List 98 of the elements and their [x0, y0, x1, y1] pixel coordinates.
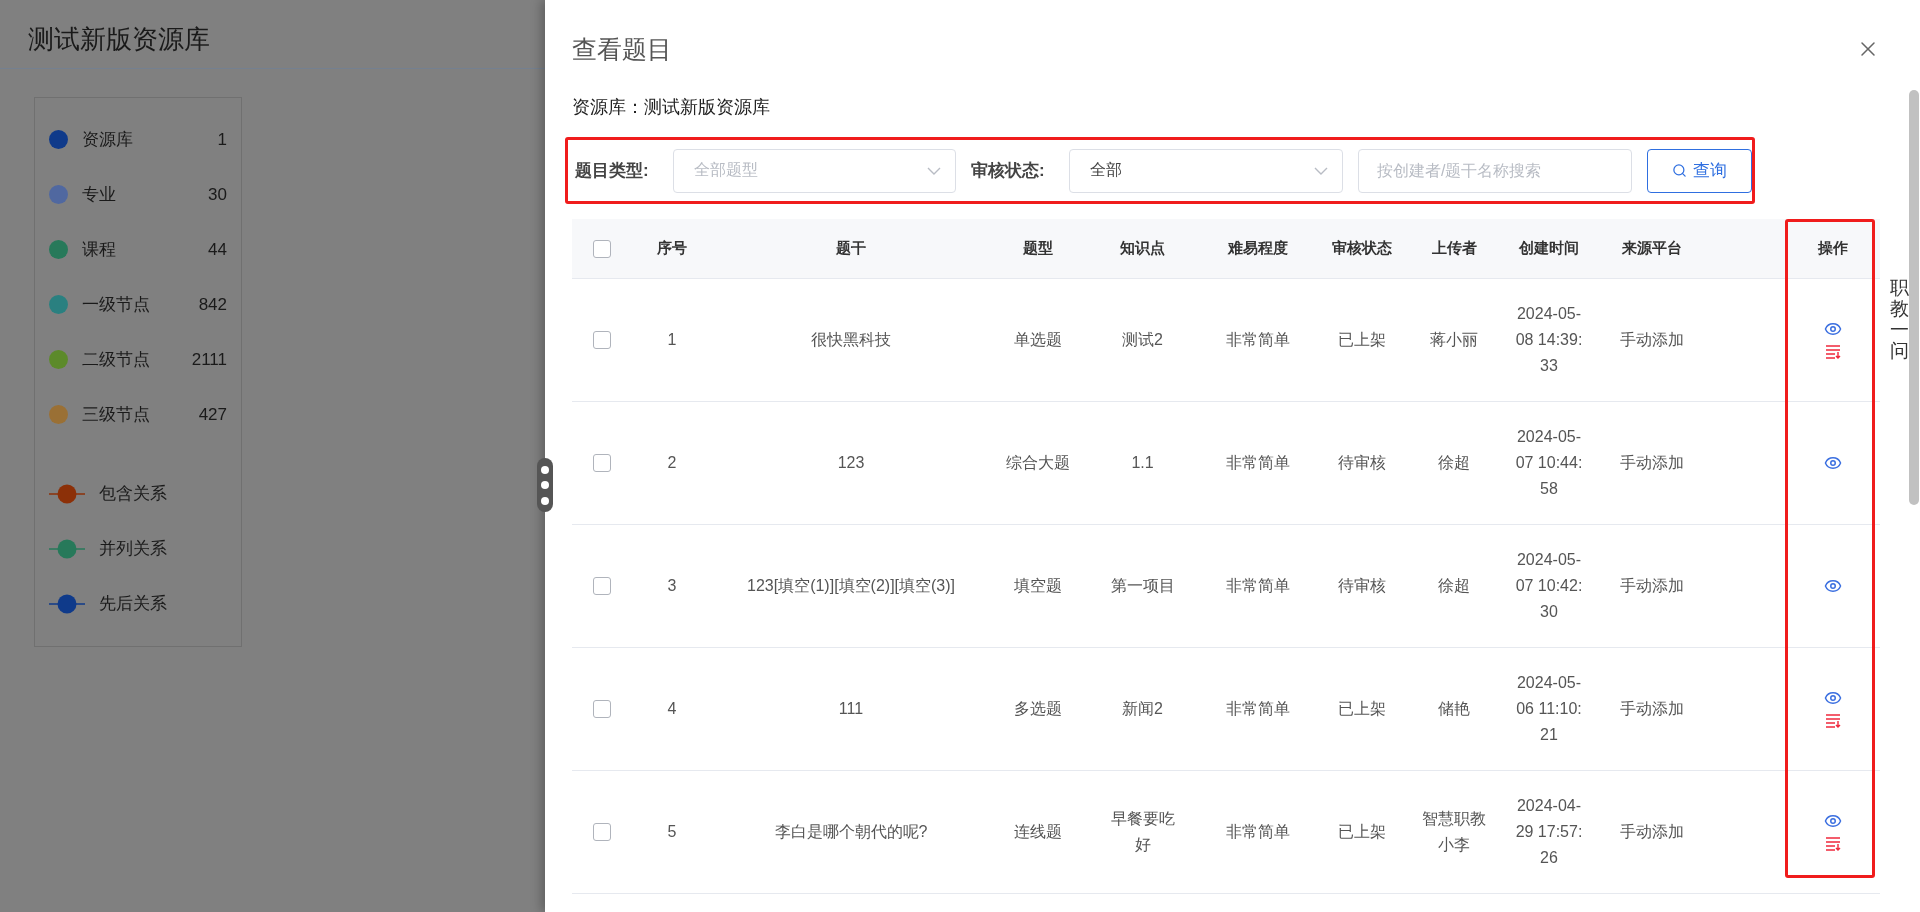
table-cell-text: 已上架: [1337, 822, 1386, 842]
table-cell-text: 早餐要吃好: [1109, 809, 1176, 855]
table-cell-text: 非常简单: [1225, 576, 1290, 596]
eye-icon[interactable]: [1823, 689, 1842, 707]
search-field[interactable]: 按创建者/题干名称搜索: [1358, 148, 1632, 193]
column-header: 来源平台: [1621, 239, 1682, 258]
table-cell-text: 1.1: [1130, 453, 1155, 473]
eye-icon[interactable]: [1823, 320, 1842, 338]
table-cell-text: 123[填空(1)][填空(2)][填空(3)]: [747, 576, 955, 596]
legend-count: 2111: [191, 349, 227, 370]
column-header: 审核状态: [1331, 239, 1392, 258]
page-title: 测试新版资源库: [28, 23, 211, 56]
table-cell-text: 已上架: [1337, 330, 1386, 350]
legend-label: 三级节点: [82, 404, 151, 426]
chevron-icon: [927, 166, 941, 175]
table-cell-text: 2024-04-29 17:57:26: [1514, 796, 1584, 868]
table-cell-text: 2024-05-08 14:39:33: [1514, 304, 1584, 376]
table-cell-text: 2024-05-06 11:10:21: [1515, 673, 1583, 745]
legend-count: 842: [198, 294, 227, 315]
table-cell-text: 手动添加: [1619, 699, 1684, 719]
table-cell-text: 待审核: [1337, 453, 1386, 473]
table-cell-text: 徐超: [1437, 453, 1471, 473]
legend-label: 专业: [82, 184, 117, 206]
chevron-icon: [1314, 166, 1328, 175]
library-name: 资源库：测试新版资源库: [572, 96, 771, 119]
row-checkbox[interactable]: [593, 823, 611, 841]
table-cell-text: 111: [838, 699, 864, 719]
select-all-checkbox[interactable]: [593, 239, 611, 258]
table-cell-text: 蒋小丽: [1429, 330, 1479, 350]
column-header: 创建时间: [1519, 239, 1579, 258]
status-select[interactable]: 全部: [1069, 148, 1343, 193]
row-checkbox[interactable]: [593, 577, 611, 595]
eye-icon[interactable]: [1823, 812, 1842, 830]
legend-count: 30: [208, 184, 227, 205]
table-cell-text: 1: [667, 330, 677, 350]
table-cell-text: 123: [837, 453, 865, 473]
column-header: 操作: [1817, 239, 1848, 258]
table-cell-text: 手动添加: [1619, 330, 1684, 350]
table-cell-text: 多选题: [1013, 699, 1062, 719]
legend-label: 包含关系: [99, 483, 168, 505]
table-cell-text: 非常简单: [1225, 330, 1290, 350]
list-arrow-icon[interactable]: [1824, 713, 1841, 729]
search-icon: [1672, 163, 1687, 178]
table-cell-text: 4: [667, 699, 677, 719]
table-cell-text: 手动添加: [1619, 453, 1684, 473]
eye-icon[interactable]: [1823, 577, 1842, 595]
drag-handle[interactable]: [537, 458, 553, 512]
side-label[interactable]: 职教一问: [1890, 278, 1909, 362]
drawer-title: 查看题目: [572, 33, 672, 65]
table-cell-text: 第一项目: [1109, 576, 1176, 596]
table-cell-text: 2024-05-07 10:44:58: [1514, 427, 1584, 499]
table-cell-text: 待审核: [1337, 576, 1386, 596]
filter-label: 审核状态:: [971, 160, 1046, 182]
filter-label: 题目类型:: [575, 160, 650, 182]
column-header: 题型: [1022, 239, 1053, 258]
table-cell-text: 2: [667, 453, 677, 473]
table-cell-text: 徐超: [1437, 576, 1471, 596]
table-cell-text: 很快黑科技: [811, 330, 891, 350]
legend-label: 二级节点: [82, 349, 151, 371]
legend-count: 44: [208, 239, 227, 260]
legend-label: 先后关系: [99, 593, 168, 615]
table-cell-text: 非常简单: [1225, 453, 1290, 473]
column-header: 序号: [657, 239, 687, 258]
table-cell-text: 手动添加: [1619, 822, 1684, 842]
row-checkbox[interactable]: [593, 700, 611, 718]
column-header: 难易程度: [1227, 239, 1288, 258]
table-cell-text: 单选题: [1013, 330, 1062, 350]
row-checkbox[interactable]: [593, 454, 611, 472]
table-cell-text: 2024-05-07 10:42:30: [1514, 550, 1584, 622]
table-cell-text: 综合大题: [1005, 453, 1070, 473]
table-cell-text: 5: [667, 822, 677, 842]
legend-label: 课程: [82, 239, 117, 261]
table-cell-text: 已上架: [1337, 699, 1386, 719]
table-cell-text: 智慧职教小李: [1421, 809, 1487, 855]
list-arrow-icon[interactable]: [1824, 344, 1841, 360]
legend-count: 1: [217, 129, 227, 150]
legend-label: 资源库: [82, 129, 134, 151]
eye-icon[interactable]: [1823, 454, 1842, 472]
table-cell-text: 填空题: [1013, 576, 1062, 596]
table-cell-text: 连线题: [1013, 822, 1062, 842]
column-header: 题干: [836, 239, 866, 258]
column-header: 上传者: [1431, 239, 1477, 258]
table-cell-text: 李白是哪个朝代的呢?: [774, 822, 928, 842]
table-cell-text: 非常简单: [1225, 822, 1290, 842]
scrollbar[interactable]: [1909, 90, 1919, 505]
list-arrow-icon[interactable]: [1824, 836, 1841, 852]
table-cell-text: 储艳: [1437, 699, 1471, 719]
table-cell-text: 非常简单: [1225, 699, 1290, 719]
legend-label: 一级节点: [82, 294, 151, 316]
table-cell-text: 新闻2: [1121, 699, 1164, 719]
query-button[interactable]: 查询: [1647, 148, 1752, 193]
table-cell-text: 手动添加: [1619, 576, 1684, 596]
table-cell-text: 测试2: [1121, 330, 1164, 350]
legend-label: 并列关系: [99, 538, 168, 560]
column-header: 知识点: [1120, 239, 1165, 258]
row-checkbox[interactable]: [593, 331, 611, 349]
legend-count: 427: [198, 404, 227, 425]
table-cell-text: 3: [667, 576, 677, 596]
